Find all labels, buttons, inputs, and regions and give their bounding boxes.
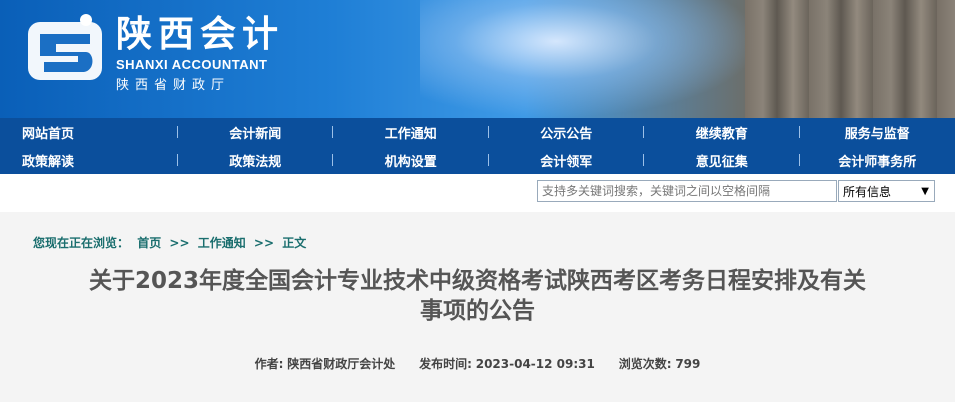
nav-accounting-news[interactable]: 会计新闻 bbox=[178, 123, 334, 142]
search-scope-value: 所有信息 bbox=[843, 185, 892, 199]
breadcrumb-prefix: 您现在正在浏览： bbox=[33, 236, 130, 250]
views-value: 799 bbox=[675, 357, 701, 371]
dropdown-caret-icon: ▼ bbox=[921, 186, 929, 197]
article-meta: 作者: 陕西省财政厅会计处 发布时间: 2023-04-12 09:31 浏览次… bbox=[0, 355, 955, 372]
search-bar: 所有信息 ▼ bbox=[0, 174, 955, 212]
article-title: 关于2023年度全国会计专业技术中级资格考试陕西考区考务日程安排及有关 事项的公… bbox=[10, 266, 945, 326]
nav-continuing-education[interactable]: 继续教育 bbox=[644, 123, 800, 142]
site-logo-icon[interactable] bbox=[26, 12, 104, 84]
nav-policy-interpretation[interactable]: 政策解读 bbox=[0, 151, 178, 170]
nav-row-1: 网站首页 会计新闻 工作通知 公示公告 继续教育 服务与监督 bbox=[0, 118, 955, 146]
nav-organization[interactable]: 机构设置 bbox=[333, 151, 489, 170]
main-navigation: 网站首页 会计新闻 工作通知 公示公告 继续教育 服务与监督 政策解读 政策法规… bbox=[0, 118, 955, 174]
nav-policy-regulations[interactable]: 政策法规 bbox=[178, 151, 334, 170]
author-label: 作者: bbox=[254, 357, 284, 371]
logo-english-name: SHANXI ACCOUNTANT bbox=[116, 57, 268, 72]
breadcrumb-separator: >> bbox=[169, 236, 190, 250]
nav-row-2: 政策解读 政策法规 机构设置 会计领军 意见征集 会计师事务所 bbox=[0, 146, 955, 174]
breadcrumb-current: 正文 bbox=[282, 236, 307, 250]
nav-accounting-firms[interactable]: 会计师事务所 bbox=[800, 151, 955, 170]
breadcrumb-separator: >> bbox=[253, 236, 275, 250]
nav-home[interactable]: 网站首页 bbox=[0, 123, 178, 142]
search-input[interactable] bbox=[537, 180, 837, 202]
nav-service-supervision[interactable]: 服务与监督 bbox=[800, 123, 955, 142]
header-banner: 陕西会计 SHANXI ACCOUNTANT 陕西省财政厅 bbox=[0, 0, 955, 118]
meta-views: 浏览次数: 799 bbox=[619, 357, 701, 371]
breadcrumb-section-link[interactable]: 工作通知 bbox=[198, 236, 246, 250]
breadcrumb-home-link[interactable]: 首页 bbox=[137, 236, 161, 250]
views-label: 浏览次数: bbox=[618, 357, 672, 371]
article-area: 您现在正在浏览： 首页 >> 工作通知 >> 正文 关于2023年度全国会计专业… bbox=[0, 212, 955, 402]
logo-subtitle: 陕西省财政厅 bbox=[116, 78, 231, 93]
meta-date: 发布时间: 2023-04-12 09:31 bbox=[419, 357, 595, 371]
nav-work-notices[interactable]: 工作通知 bbox=[333, 123, 489, 142]
breadcrumb: 您现在正在浏览： 首页 >> 工作通知 >> 正文 bbox=[33, 234, 310, 251]
nav-announcements[interactable]: 公示公告 bbox=[489, 123, 645, 142]
date-value: 2023-04-12 09:31 bbox=[475, 357, 595, 371]
article-title-line-1: 关于2023年度全国会计专业技术中级资格考试陕西考区考务日程安排及有关 bbox=[88, 268, 866, 294]
nav-feedback[interactable]: 意见征集 bbox=[644, 151, 800, 170]
article-title-line-2: 事项的公告 bbox=[420, 298, 535, 324]
banner-map-graphic bbox=[420, 0, 760, 118]
logo-chinese-name: 陕西会计 bbox=[116, 13, 285, 55]
banner-terracotta-graphic bbox=[745, 0, 955, 118]
site-logo-text: 陕西会计 SHANXI ACCOUNTANT 陕西省财政厅 bbox=[116, 14, 284, 93]
nav-accounting-leaders[interactable]: 会计领军 bbox=[489, 151, 645, 170]
date-label: 发布时间: bbox=[419, 357, 472, 371]
author-value: 陕西省财政厅会计处 bbox=[287, 357, 396, 371]
meta-author: 作者: 陕西省财政厅会计处 bbox=[255, 357, 396, 371]
search-scope-select[interactable]: 所有信息 ▼ bbox=[838, 180, 935, 202]
